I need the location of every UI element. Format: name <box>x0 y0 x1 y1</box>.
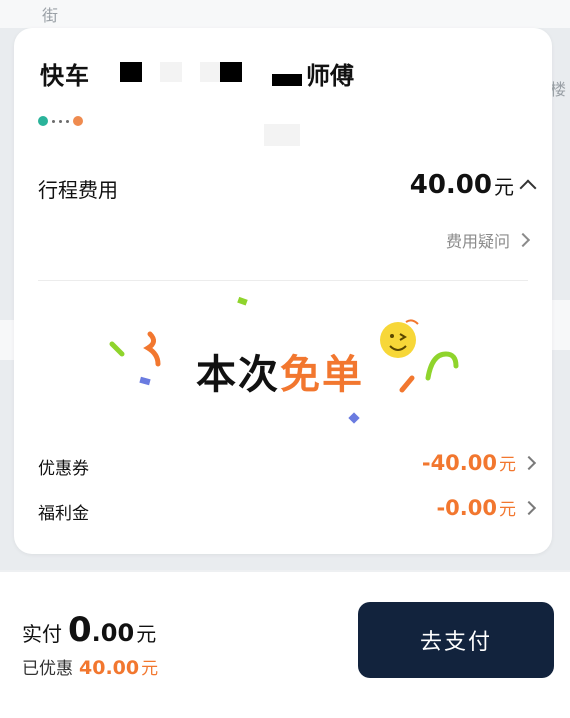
discount-total-value: 40.00 <box>79 657 140 679</box>
route-dot-icon <box>66 119 69 123</box>
welfare-fund-label: 福利金 <box>38 504 89 524</box>
coupon-value: -40.00 <box>421 450 497 475</box>
trip-fee-unit: 元 <box>494 174 514 199</box>
redacted-info <box>264 124 300 146</box>
confetti-piece <box>109 341 125 357</box>
chevron-up-icon <box>519 179 537 197</box>
amount-paid-label: 实付 <box>22 622 62 646</box>
trip-fee-label: 行程费用 <box>38 178 118 202</box>
amount-paid-unit: 元 <box>136 622 157 646</box>
fee-question-label: 费用疑问 <box>445 232 510 251</box>
confetti-piece <box>425 351 459 381</box>
pay-button[interactable]: 去支付 <box>358 602 554 678</box>
map-road <box>0 320 14 360</box>
free-banner-text: 本次 <box>196 352 280 398</box>
route-dot-icon <box>59 119 62 123</box>
redacted-info <box>200 62 222 82</box>
redacted-info <box>160 62 182 82</box>
confetti-piece <box>139 376 151 386</box>
payment-bar: 实付 0 .00 元 已优惠 40.00 元 去支付 <box>0 572 570 718</box>
map-street-label: 街 <box>42 6 59 25</box>
coupon-unit: 元 <box>499 455 516 475</box>
start-dot-icon <box>38 116 48 126</box>
chevron-right-icon <box>521 500 537 515</box>
trip-fee-amount-toggle[interactable]: 40.00 元 <box>409 170 537 200</box>
chevron-right-icon <box>515 232 531 248</box>
welfare-fund-value: -0.00 <box>436 495 497 520</box>
confetti-piece <box>399 375 415 393</box>
discount-total: 已优惠 40.00 元 <box>22 654 158 679</box>
discount-total-unit: 元 <box>141 659 159 679</box>
fee-question-link[interactable]: 费用疑问 <box>445 228 531 252</box>
amount-paid-value: 0 <box>68 610 92 650</box>
coupon-label: 优惠券 <box>38 459 89 479</box>
amount-paid-decimal: .00 <box>91 619 135 647</box>
trip-fee-value: 40.00 <box>409 170 492 200</box>
driver-name: 师傅 <box>306 62 354 90</box>
amount-paid: 实付 0 .00 元 <box>22 610 156 650</box>
smiley-face-icon <box>380 319 419 358</box>
map-building-label: 楼 <box>550 80 567 99</box>
trip-fare-card: 快车 师傅 行程费用 40.00 元 费用疑问 本次免单 优惠券 -40.00 … <box>14 28 552 554</box>
coupon-value-link[interactable]: -40.00 元 <box>421 450 537 475</box>
route-indicator <box>38 116 83 126</box>
map-road <box>0 0 570 28</box>
discount-total-label: 已优惠 <box>22 659 73 679</box>
map-road <box>552 300 570 350</box>
end-dot-icon <box>73 116 83 126</box>
confetti-piece <box>143 331 161 367</box>
confetti-piece <box>237 296 248 306</box>
redacted-info <box>120 62 142 82</box>
free-ride-banner: 本次免单 <box>196 342 364 400</box>
divider <box>38 280 528 281</box>
confetti-piece <box>348 412 360 424</box>
route-dot-icon <box>52 119 55 123</box>
welfare-fund-unit: 元 <box>499 500 516 520</box>
welfare-fund-value-link[interactable]: -0.00 元 <box>436 495 537 520</box>
redacted-info <box>272 74 302 86</box>
chevron-right-icon <box>521 455 537 470</box>
free-banner-highlight: 免单 <box>280 352 364 398</box>
redacted-info <box>220 62 242 82</box>
car-type-title: 快车 <box>40 62 90 90</box>
